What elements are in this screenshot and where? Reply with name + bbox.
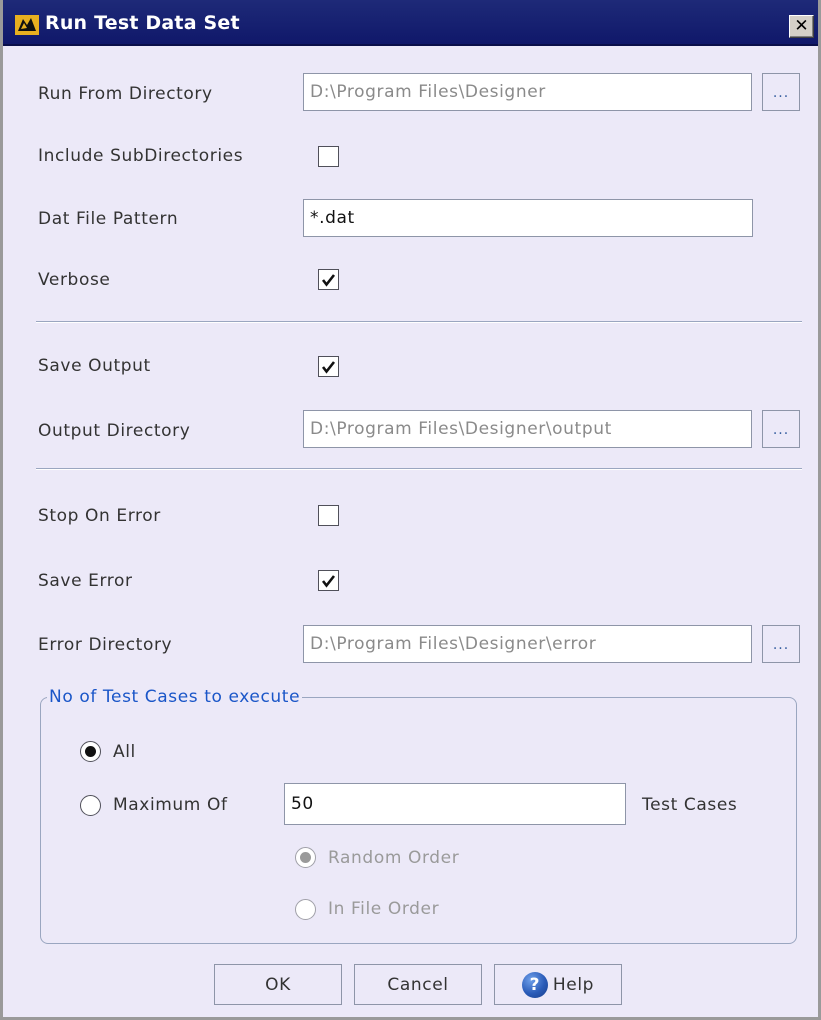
error-directory-label: Error Directory <box>38 635 173 655</box>
test-cases-group-legend: No of Test Cases to execute <box>47 687 303 707</box>
checkmark-icon <box>321 360 336 374</box>
output-directory-value: D:\Program Files\Designer\output <box>310 419 612 439</box>
error-directory-value: D:\Program Files\Designer\error <box>310 634 597 654</box>
include-subdirectories-label: Include SubDirectories <box>38 146 244 166</box>
maximum-test-cases-value: 50 <box>291 794 314 814</box>
ok-button-label: OK <box>265 974 291 995</box>
maximum-of-radio[interactable] <box>80 795 101 816</box>
random-order-radio-label[interactable]: Random Order <box>328 848 459 868</box>
help-icon: ? <box>521 971 548 998</box>
ellipsis-icon: ... <box>772 637 790 653</box>
stop-on-error-checkbox[interactable] <box>318 505 339 526</box>
app-icon <box>15 15 39 35</box>
radio-selected-dot <box>300 852 311 863</box>
random-order-radio[interactable] <box>295 847 316 868</box>
save-output-label: Save Output <box>38 356 151 376</box>
include-subdirectories-checkbox[interactable] <box>318 146 339 167</box>
verbose-label: Verbose <box>38 270 111 290</box>
dat-file-pattern-input[interactable]: *.dat <box>303 199 753 237</box>
help-button[interactable]: ? Help <box>494 964 622 1005</box>
window-title: Run Test Data Set <box>45 12 240 34</box>
title-bar[interactable]: Run Test Data Set ✕ <box>3 0 818 46</box>
cancel-button[interactable]: Cancel <box>354 964 482 1005</box>
cancel-button-label: Cancel <box>387 974 449 995</box>
error-directory-browse-button[interactable]: ... <box>762 625 800 663</box>
save-error-label: Save Error <box>38 571 133 591</box>
run-from-directory-browse-button[interactable]: ... <box>762 73 800 111</box>
radio-selected-dot <box>85 746 96 757</box>
checkmark-icon <box>321 574 336 588</box>
run-test-data-set-dialog: Run Test Data Set ✕ Run From Directory D… <box>0 0 821 1020</box>
run-from-directory-value: D:\Program Files\Designer <box>310 82 546 102</box>
help-button-label: Help <box>552 974 595 995</box>
in-file-order-radio-label[interactable]: In File Order <box>328 899 439 919</box>
save-output-checkbox[interactable] <box>318 356 339 377</box>
ellipsis-icon: ... <box>772 85 790 101</box>
separator-1 <box>36 321 802 323</box>
output-directory-label: Output Directory <box>38 421 191 441</box>
run-from-directory-field[interactable]: D:\Program Files\Designer <box>303 73 752 111</box>
maximum-of-radio-label[interactable]: Maximum Of <box>113 795 228 815</box>
stop-on-error-label: Stop On Error <box>38 506 161 526</box>
ellipsis-icon: ... <box>772 422 790 438</box>
in-file-order-radio[interactable] <box>295 899 316 920</box>
close-icon: ✕ <box>794 16 809 36</box>
dat-file-pattern-value: *.dat <box>310 208 355 228</box>
output-directory-browse-button[interactable]: ... <box>762 410 800 448</box>
dat-file-pattern-label: Dat File Pattern <box>38 209 179 229</box>
ok-button[interactable]: OK <box>214 964 342 1005</box>
error-directory-field[interactable]: D:\Program Files\Designer\error <box>303 625 752 663</box>
all-radio[interactable] <box>80 741 101 762</box>
save-error-checkbox[interactable] <box>318 570 339 591</box>
run-from-directory-label: Run From Directory <box>38 84 213 104</box>
separator-2 <box>36 468 802 470</box>
test-cases-suffix-label: Test Cases <box>642 795 738 815</box>
all-radio-label[interactable]: All <box>113 742 136 762</box>
verbose-checkbox[interactable] <box>318 269 339 290</box>
checkmark-icon <box>321 273 336 287</box>
close-button[interactable]: ✕ <box>789 15 814 38</box>
output-directory-field[interactable]: D:\Program Files\Designer\output <box>303 410 752 448</box>
maximum-test-cases-input[interactable]: 50 <box>284 783 626 825</box>
